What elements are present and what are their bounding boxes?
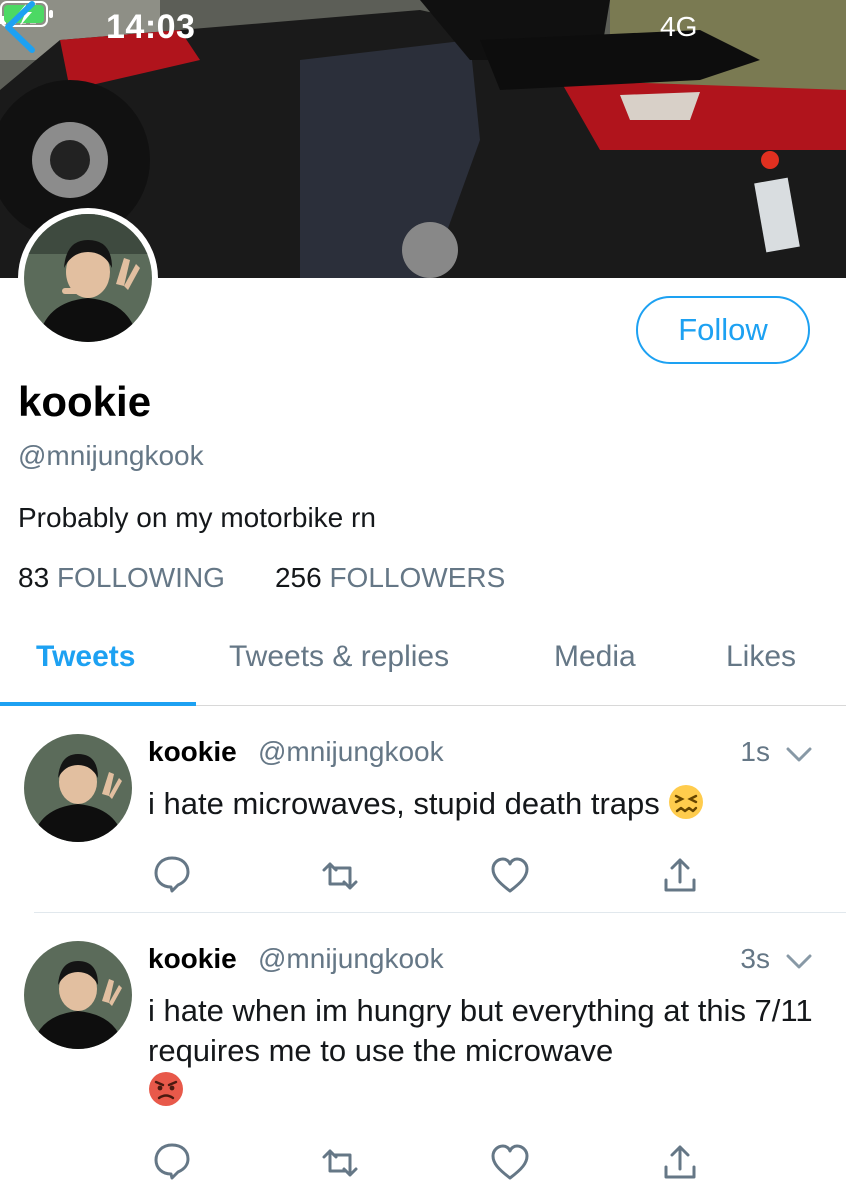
followers-count: 256 <box>274 562 322 593</box>
retweet-icon[interactable] <box>320 856 360 896</box>
retweet-icon[interactable] <box>320 1143 360 1183</box>
confounded-face-emoji-icon <box>669 785 704 819</box>
tweet-timestamp: 1s <box>740 736 770 767</box>
followers-label: FOLLOWERS <box>329 562 506 593</box>
avatar-photo <box>24 214 152 342</box>
following-count: 83 <box>18 562 50 593</box>
profile-tabs: Tweets Tweets & replies Media Likes <box>0 620 846 706</box>
tweet-author-handle: @mnijungkook <box>258 736 444 767</box>
network-type: 4G <box>660 11 698 42</box>
profile-display-name: kookie <box>18 378 152 425</box>
tab-media[interactable]: Media <box>554 640 636 674</box>
tweet-author-name: kookie <box>148 943 237 974</box>
profile-handle: @mnijungkook <box>18 440 204 471</box>
profile-avatar[interactable] <box>18 208 158 348</box>
share-icon[interactable] <box>660 856 700 896</box>
tweet-timestamp: 3s <box>740 943 770 974</box>
status-time: 14:03 <box>106 8 196 46</box>
following-label: FOLLOWING <box>56 562 225 593</box>
tab-tweets-and-replies[interactable]: Tweets & replies <box>229 640 449 674</box>
follow-button[interactable]: Follow <box>636 296 810 364</box>
like-heart-icon[interactable] <box>490 1143 530 1183</box>
tweet-avatar[interactable] <box>24 941 132 1049</box>
chevron-down-icon[interactable] <box>786 746 812 764</box>
tweet-text-container: i hate when im hungry but everything at … <box>148 991 818 1111</box>
status-bar: 14:03 4G <box>0 0 846 52</box>
tweet-text: i hate when im hungry but everything at … <box>148 993 813 1068</box>
avatar-photo <box>24 941 132 1049</box>
following-stat[interactable]: 83 FOLLOWING <box>18 562 225 594</box>
share-icon[interactable] <box>660 1143 700 1183</box>
chevron-down-icon[interactable] <box>786 953 812 971</box>
tweet-text-container: i hate microwaves, stupid death traps <box>148 784 818 824</box>
tweet-text: i hate microwaves, stupid death traps <box>148 786 660 821</box>
profile-stats: 83 FOLLOWING 256 FOLLOWERS <box>18 562 555 594</box>
profile-bio: Probably on my motorbike rn <box>18 502 376 533</box>
like-heart-icon[interactable] <box>490 856 530 896</box>
tweet-item[interactable]: kookie @mnijungkook 3s i hate when im hu… <box>0 913 846 1200</box>
avatar-photo <box>24 734 132 842</box>
tweet-author-name: kookie <box>148 736 237 767</box>
followers-stat[interactable]: 256 FOLLOWERS <box>275 562 505 594</box>
tweet-avatar[interactable] <box>24 734 132 842</box>
tweet-author-handle: @mnijungkook <box>258 943 444 974</box>
reply-icon[interactable] <box>152 854 192 894</box>
tab-tweets[interactable]: Tweets <box>36 640 135 674</box>
pouting-face-emoji-icon <box>149 1072 183 1106</box>
tab-likes[interactable]: Likes <box>726 640 796 674</box>
tweet-item[interactable]: kookie @mnijungkook 1s i hate microwaves… <box>0 706 846 912</box>
reply-icon[interactable] <box>152 1141 192 1181</box>
back-chevron-icon[interactable] <box>0 0 40 54</box>
